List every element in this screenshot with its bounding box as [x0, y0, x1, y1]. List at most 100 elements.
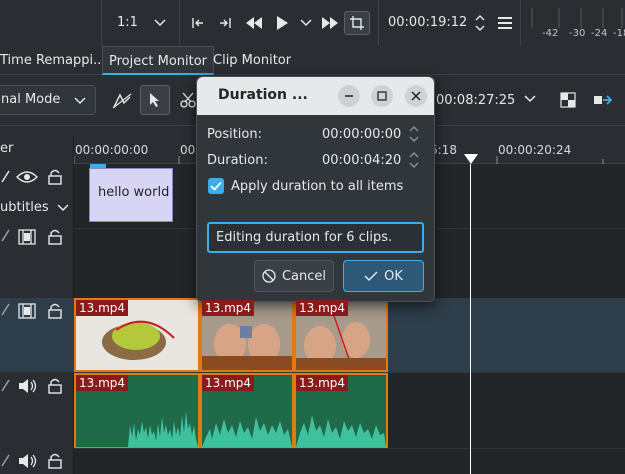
monitor-toolbar: 1:1 00:00:19:12 -42 -30 -24 -1 [0, 0, 625, 46]
monitor-tab-bar: Time Remappi... Project Monitor Clip Mon… [0, 46, 625, 75]
monitor-timecode[interactable]: 00:00:19:12 [388, 15, 467, 30]
spin-arrows-icon[interactable] [473, 12, 487, 34]
playhead-marker-icon[interactable] [464, 154, 478, 164]
video-clip[interactable]: 13.mp4 [74, 298, 200, 372]
lock-icon[interactable] [47, 377, 63, 395]
audio-clip[interactable]: 13.mp4 [294, 373, 388, 449]
duration-field[interactable]: 00:00:04:20 [322, 153, 401, 168]
dialog-title: Duration ... [218, 87, 308, 103]
minimize-button[interactable] [338, 85, 360, 107]
minimize-icon [345, 95, 353, 97]
duration-label: Duration: [207, 153, 268, 168]
ok-label: OK [384, 268, 403, 284]
tab-project-monitor[interactable]: Project Monitor [102, 46, 215, 75]
chevron-down-icon[interactable] [522, 91, 538, 107]
razor-spacer-icon[interactable] [111, 90, 133, 112]
duration-dialog: Duration ... Position: 00:00:00:00 Durat… [196, 76, 435, 302]
audio-track-1-header [0, 374, 74, 450]
eye-icon[interactable] [16, 169, 38, 185]
razor-tool-icon[interactable] [178, 90, 198, 110]
vu-label: -42 [542, 28, 559, 39]
fast-forward-icon[interactable] [320, 14, 340, 32]
zoom-value[interactable]: 1:1 [117, 15, 138, 30]
audio-clip[interactable]: 13.mp4 [200, 373, 294, 449]
checkmark-icon [210, 181, 222, 191]
audio-track-1: 13.mp4 13.mp4 13.mp4 [74, 372, 625, 449]
insert-track-icon[interactable] [592, 90, 614, 110]
cancel-icon [262, 269, 276, 283]
close-button[interactable] [405, 85, 427, 107]
preview-mode-icon[interactable] [558, 90, 578, 110]
tab-clip-monitor[interactable]: Clip Monitor [207, 46, 297, 75]
edit-pen-icon[interactable] [0, 228, 10, 242]
rewind-icon[interactable] [244, 14, 264, 32]
hamburger-menu-icon[interactable] [496, 14, 514, 32]
video-track-1-header [0, 298, 74, 372]
edit-pen-icon[interactable] [0, 169, 10, 183]
speaker-icon[interactable] [17, 452, 39, 470]
lock-icon[interactable] [47, 302, 63, 320]
clip-name: 13.mp4 [76, 375, 129, 391]
vu-label: -30 [569, 28, 586, 39]
position-spin-icon[interactable] [407, 123, 421, 145]
lock-icon[interactable] [47, 168, 63, 186]
ruler-tick-label: 00 [180, 143, 196, 157]
clip-name: 13.mp4 [296, 300, 349, 316]
chevron-down-icon [72, 93, 88, 109]
track-header-label: er [0, 141, 14, 156]
chevron-down-icon[interactable] [297, 14, 315, 32]
position-label: Position: [207, 127, 262, 142]
clip-name: 13.mp4 [202, 300, 255, 316]
dialog-title-bar[interactable]: Duration ... [197, 77, 434, 115]
ok-button[interactable]: OK [343, 260, 424, 292]
apply-all-label[interactable]: Apply duration to all items [231, 179, 403, 194]
film-strip-icon[interactable] [17, 302, 37, 320]
lock-icon[interactable] [47, 228, 63, 246]
lock-icon[interactable] [47, 452, 63, 470]
ruler-tick-label: 00:00:20:24 [498, 143, 572, 157]
vu-label: -24 [591, 28, 608, 39]
video-clip[interactable]: 13.mp4 [200, 298, 294, 372]
audio-track-2-header [0, 450, 74, 474]
video-clip[interactable]: 13.mp4 [294, 298, 388, 372]
vu-label: -18 [613, 28, 625, 39]
speaker-icon[interactable] [17, 377, 39, 395]
timeline-timecode[interactable]: 00:08:27:25 [436, 93, 515, 108]
subtitle-clip-text: hello world [98, 185, 170, 200]
clip-name: 13.mp4 [296, 375, 349, 391]
subtitle-track-header: ubtitles [0, 164, 74, 228]
video-track-1: 13.mp4 13.mp4 13.mp4 [74, 298, 625, 372]
video-track-2-header [0, 228, 74, 298]
clip-name: 13.mp4 [76, 300, 129, 316]
edit-mode-value: nal Mode [1, 92, 61, 107]
play-icon[interactable] [273, 14, 291, 32]
go-to-in-point-icon[interactable] [189, 14, 207, 32]
ruler-tick-label: 00:00:00:00 [75, 143, 149, 157]
subtitles-track-label: ubtitles [0, 200, 49, 215]
selection-tool-icon[interactable] [140, 85, 170, 115]
edit-pen-icon[interactable] [0, 453, 10, 467]
go-to-out-point-icon[interactable] [216, 14, 234, 32]
edit-pen-icon[interactable] [0, 378, 10, 392]
subtitle-clip[interactable]: hello world [89, 168, 173, 222]
edit-mode-combo[interactable]: nal Mode [0, 85, 96, 115]
track-headers: er ubtitles [0, 136, 74, 474]
cancel-button[interactable]: Cancel [254, 260, 334, 292]
edit-pen-icon[interactable] [0, 302, 10, 316]
audio-clip[interactable]: 13.mp4 [74, 373, 200, 449]
crop-icon[interactable] [344, 11, 370, 35]
maximize-icon [377, 91, 387, 101]
playhead-line[interactable] [470, 164, 471, 474]
apply-all-checkbox[interactable] [208, 178, 224, 194]
chevron-down-icon[interactable] [151, 14, 169, 32]
audio-level-meter [526, 8, 625, 28]
audio-track-2 [74, 448, 625, 474]
duration-spin-icon[interactable] [407, 149, 421, 171]
maximize-button[interactable] [371, 85, 393, 107]
film-strip-icon[interactable] [17, 228, 37, 246]
tab-time-remapping[interactable]: Time Remappi... [0, 46, 112, 75]
info-message: Editing duration for 6 clips. [207, 222, 424, 253]
position-field[interactable]: 00:00:00:00 [322, 127, 401, 142]
cancel-label: Cancel [281, 268, 327, 284]
chevron-down-icon[interactable] [56, 202, 70, 214]
